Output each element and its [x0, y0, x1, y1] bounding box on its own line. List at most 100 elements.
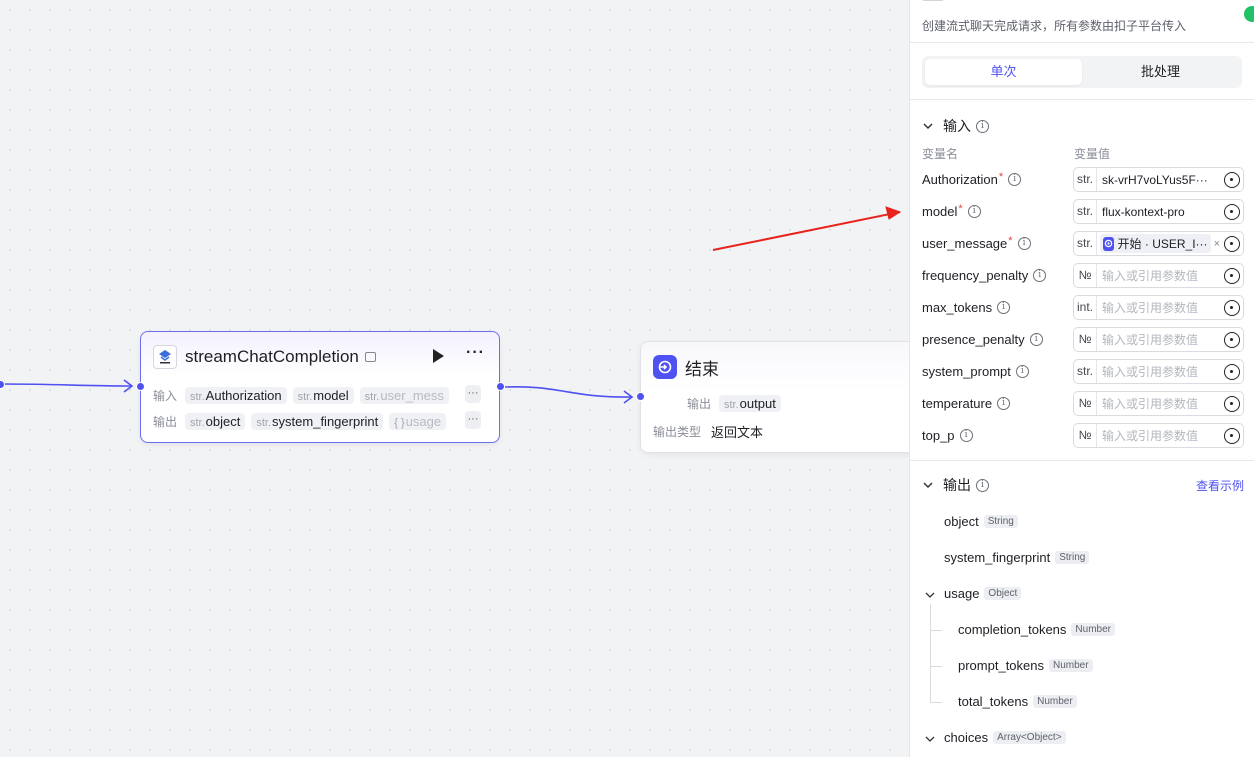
param-value-input[interactable]: № 输入或引用参数值 — [1073, 327, 1244, 352]
panel-header-cutoff — [922, 0, 944, 1]
param-row: user_message * i str. 开始 · USER_I··· × — [922, 231, 1244, 257]
inputs-more-button[interactable]: ··· — [465, 385, 481, 403]
column-var-value: 变量值 — [1074, 147, 1111, 161]
plugin-input-port[interactable] — [136, 382, 145, 391]
param-value-input[interactable]: № 输入或引用参数值 — [1073, 423, 1244, 448]
node-more-button[interactable]: ··· — [466, 344, 485, 362]
output-item-total-tokens: total_tokens Number — [958, 694, 1077, 709]
type-selector[interactable]: str. — [1074, 232, 1097, 255]
output-chip: str. object — [185, 412, 246, 430]
param-name: frequency_penalty i — [922, 268, 1047, 283]
end-node-title: 结束 — [685, 359, 719, 379]
plugin-logo-icon — [153, 345, 177, 369]
tab-batch[interactable]: 批处理 — [1082, 59, 1239, 85]
param-value[interactable]: sk-vrH7voLYus5F··· — [1097, 173, 1224, 187]
type-selector[interactable]: № — [1074, 392, 1097, 415]
info-icon: i — [1033, 269, 1047, 282]
input-section-title: 输入 — [943, 118, 971, 134]
info-icon: i — [997, 397, 1011, 410]
param-value-input[interactable]: str. sk-vrH7voLYus5F··· — [1073, 167, 1244, 192]
run-node-button[interactable] — [431, 348, 445, 364]
plugin-node-header: streamChatCompletion ··· — [153, 344, 487, 370]
outputs-more-button[interactable]: ··· — [465, 411, 481, 429]
node-config-panel: 创建流式聊天完成请求，所有参数由扣子平台传入 单次 批处理 输入 i 变量名 变… — [909, 0, 1254, 757]
reference-variable-icon[interactable] — [1224, 299, 1240, 316]
workflow-canvas[interactable]: streamChatCompletion ··· 输入 str. Authoriz… — [0, 0, 909, 757]
type-selector[interactable]: № — [1074, 424, 1097, 447]
info-icon: i — [976, 478, 989, 492]
chevron-down-icon[interactable] — [924, 733, 936, 745]
param-value-input[interactable]: str. 开始 · USER_I··· × — [1073, 231, 1244, 256]
output-section-title: 输出 — [943, 477, 971, 493]
type-selector[interactable]: str. — [1074, 168, 1097, 191]
param-value-input[interactable]: № 输入或引用参数值 — [1073, 263, 1244, 288]
info-icon: i — [967, 205, 981, 218]
input-section-header[interactable]: 输入 i — [922, 116, 989, 136]
output-item-usage: usage Object — [944, 586, 1022, 601]
param-value[interactable]: 输入或引用参数值 — [1097, 395, 1224, 412]
view-example-link[interactable]: 查看示例 — [1196, 477, 1244, 494]
info-icon: i — [1017, 237, 1031, 250]
type-selector[interactable]: int. — [1074, 296, 1097, 319]
edge-start-to-plugin — [0, 383, 133, 387]
tree-line — [930, 666, 942, 667]
chevron-down-icon[interactable] — [924, 589, 936, 601]
variable-reference-tag[interactable]: 开始 · USER_I··· — [1100, 234, 1211, 253]
output-chip: { } usage — [389, 412, 447, 430]
param-value-input[interactable]: str. 输入或引用参数值 — [1073, 359, 1244, 384]
end-output-kind-value: 返回文本 — [711, 425, 764, 440]
reference-variable-icon[interactable] — [1224, 427, 1240, 444]
type-selector[interactable]: str. — [1074, 360, 1097, 383]
start-node-icon — [1103, 236, 1114, 251]
type-selector[interactable]: № — [1074, 264, 1097, 287]
param-row: model * i str. flux-kontext-pro — [922, 199, 1244, 225]
plugin-description: 创建流式聊天完成请求，所有参数由扣子平台传入 — [922, 19, 1187, 33]
reference-variable-icon[interactable] — [1224, 331, 1240, 348]
required-mark: * — [998, 170, 1004, 183]
end-node[interactable]: 结束 输出 str. output 输出类型 返回文本 — [640, 341, 909, 453]
reference-variable-icon[interactable] — [1224, 171, 1240, 188]
reference-variable-icon[interactable] — [1224, 203, 1240, 220]
reference-variable-icon[interactable] — [1224, 267, 1240, 284]
input-chip: str. model — [292, 386, 354, 404]
param-value-input[interactable]: str. flux-kontext-pro — [1073, 199, 1244, 224]
remove-reference-icon[interactable]: × — [1214, 238, 1220, 250]
param-value[interactable]: 输入或引用参数值 — [1097, 427, 1224, 444]
plugin-node-streamchatcompletion[interactable]: streamChatCompletion ··· 输入 str. Authoriz… — [140, 331, 500, 443]
type-selector[interactable]: № — [1074, 328, 1097, 351]
param-value[interactable]: 输入或引用参数值 — [1097, 267, 1224, 284]
output-item-object: object String — [944, 514, 1018, 529]
plugin-output-port[interactable] — [496, 382, 505, 391]
run-mode-switch: 单次 批处理 — [922, 56, 1242, 88]
param-value[interactable]: flux-kontext-pro — [1097, 205, 1224, 219]
end-output-row: 输出 str. output — [653, 395, 787, 412]
param-name: presence_penalty i — [922, 332, 1043, 347]
type-selector[interactable]: str. — [1074, 200, 1097, 223]
end-input-port[interactable] — [636, 392, 645, 401]
param-name: Authorization * i — [922, 170, 1022, 187]
plugin-badge-icon — [364, 352, 376, 362]
param-value-input[interactable]: № 输入或引用参数值 — [1073, 391, 1244, 416]
start-output-port[interactable] — [0, 380, 5, 389]
edge-arrowhead-plugin — [123, 379, 134, 393]
divider — [910, 460, 1254, 461]
param-name: model * i — [922, 203, 981, 219]
required-mark: * — [1008, 234, 1013, 247]
reference-variable-icon[interactable] — [1224, 235, 1240, 252]
param-value[interactable]: 输入或引用参数值 — [1097, 299, 1224, 316]
input-chip: str. Authorization — [185, 386, 287, 404]
info-icon: i — [1029, 333, 1043, 346]
divider — [910, 42, 1254, 43]
tab-single[interactable]: 单次 — [925, 59, 1082, 85]
param-value[interactable]: 输入或引用参数值 — [1097, 363, 1224, 380]
output-section-header[interactable]: 输出 i — [922, 475, 989, 495]
reference-variable-icon[interactable] — [1224, 363, 1240, 380]
reference-variable-icon[interactable] — [1224, 395, 1240, 412]
param-value-input[interactable]: int. 输入或引用参数值 — [1073, 295, 1244, 320]
param-value[interactable]: 输入或引用参数值 — [1097, 331, 1224, 348]
param-row: temperature i № 输入或引用参数值 — [922, 391, 1244, 417]
plugin-outputs-row: 输出 str. object str. system_fingerprint { }… — [153, 410, 481, 432]
info-icon: i — [1015, 365, 1029, 378]
end-output-label: 输出 — [686, 397, 711, 411]
info-icon: i — [976, 119, 989, 133]
